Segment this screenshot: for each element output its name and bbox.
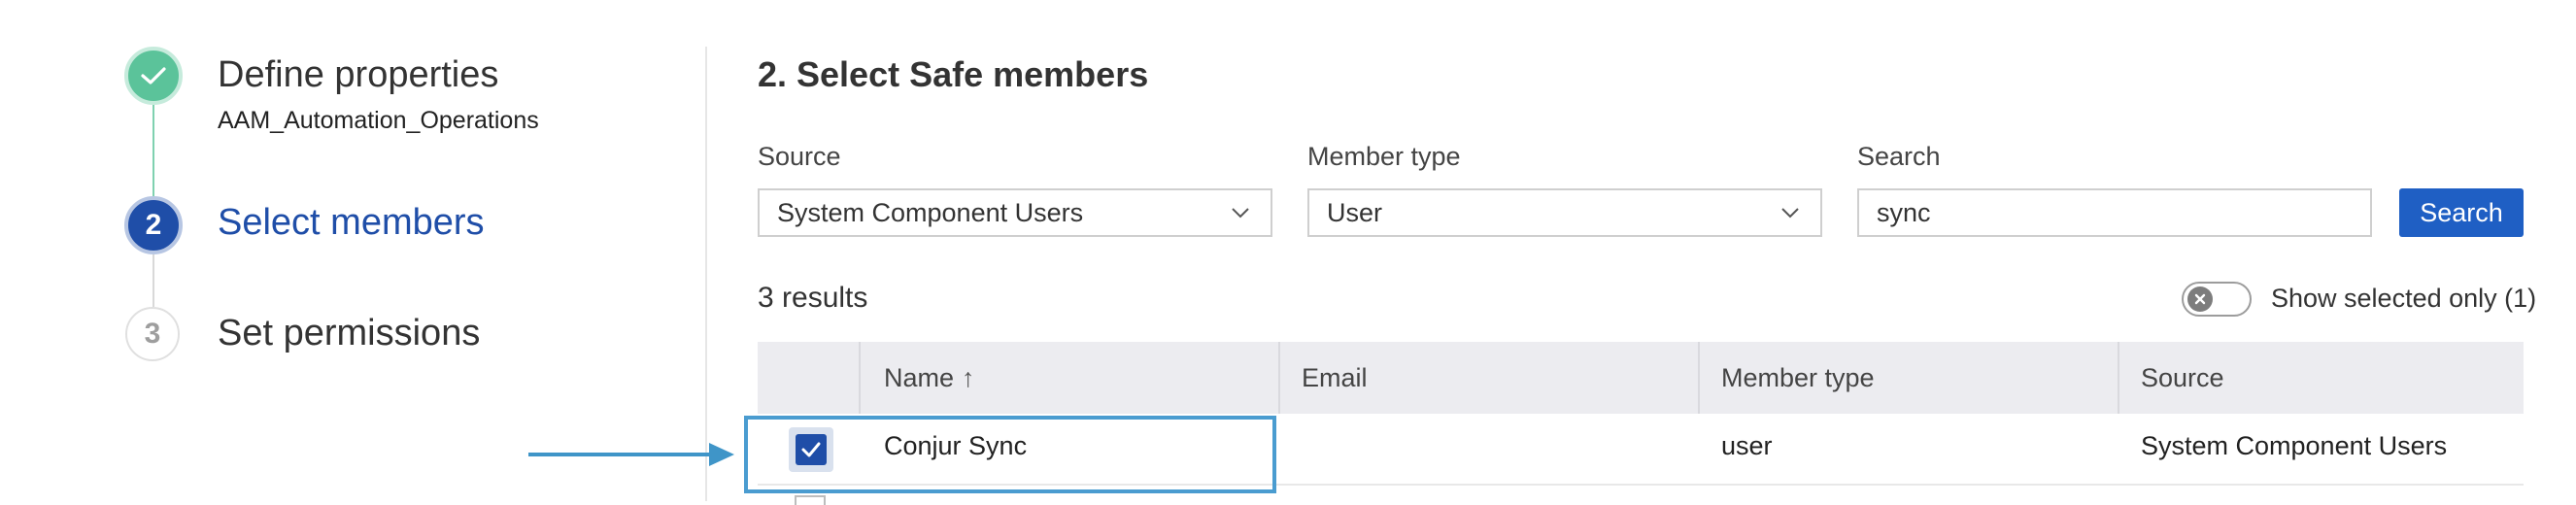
stepper-connector: [153, 254, 154, 307]
cell-source: System Component Users: [2141, 431, 2448, 460]
search-input[interactable]: [1857, 188, 2372, 237]
member-type-select[interactable]: User: [1307, 188, 1822, 237]
step-3-number: 3: [125, 307, 180, 361]
annotation-highlight-box: [744, 416, 1276, 493]
row-select-checkbox[interactable]: [795, 495, 826, 505]
search-label: Search: [1857, 142, 1941, 171]
panel-divider: [705, 47, 707, 501]
page-title: 2. Select Safe members: [758, 54, 1149, 94]
source-select[interactable]: System Component Users: [758, 188, 1272, 237]
results-count: 3 results: [758, 282, 868, 314]
stepper-connector: [153, 105, 154, 196]
source-select-value: System Component Users: [777, 197, 1084, 227]
source-label: Source: [758, 142, 841, 171]
column-header-name-label: Name: [884, 362, 955, 392]
member-type-select-value: User: [1327, 197, 1383, 227]
column-header-member-type[interactable]: Member type: [1721, 342, 1875, 414]
step-1-completed-indicator: [124, 47, 183, 105]
member-type-label: Member type: [1307, 142, 1461, 171]
column-divider: [2118, 342, 2119, 414]
step-title-define-properties[interactable]: Define properties: [218, 54, 498, 96]
column-header-name[interactable]: Name ↑: [884, 342, 975, 414]
column-header-email[interactable]: Email: [1302, 342, 1368, 414]
column-divider: [1278, 342, 1280, 414]
annotation-arrow: [528, 453, 713, 456]
step-title-select-members: Select members: [218, 202, 485, 243]
check-icon: [141, 67, 166, 84]
cell-member-type: user: [1721, 431, 1773, 460]
step-2-number: 2: [124, 196, 183, 254]
column-divider: [859, 342, 861, 414]
chevron-down-icon: [1778, 200, 1803, 225]
column-divider: [1698, 342, 1700, 414]
annotation-arrow-head: [709, 443, 734, 466]
chevron-down-icon: [1228, 200, 1253, 225]
column-header-source[interactable]: Source: [2141, 342, 2224, 414]
close-icon: [2187, 286, 2213, 312]
show-selected-toggle[interactable]: [2182, 282, 2252, 317]
show-selected-label: Show selected only (1): [2271, 284, 2537, 313]
search-button[interactable]: Search: [2399, 188, 2524, 237]
table-header: Name ↑ Email Member type Source: [758, 342, 2524, 414]
step-title-set-permissions: Set permissions: [218, 313, 481, 354]
sort-ascending-icon: ↑: [962, 362, 975, 392]
safe-name: AAM_Automation_Operations: [218, 107, 539, 134]
